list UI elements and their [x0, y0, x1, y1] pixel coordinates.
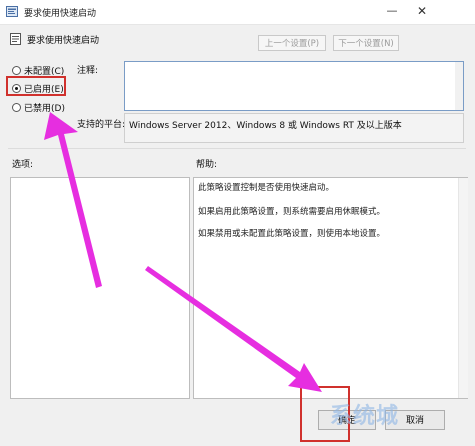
radio-label: 已禁用(D) [24, 103, 65, 114]
help-paragraph: 此策略设置控制是否使用快速启动。 [198, 183, 335, 193]
help-scrollbar[interactable] [458, 178, 468, 398]
policy-window-icon [6, 6, 18, 17]
previous-setting-button[interactable]: 上一个设置(P) [258, 35, 326, 51]
section-divider [8, 148, 466, 149]
radio-disabled[interactable]: 已禁用(D) [12, 100, 65, 114]
policy-name: 要求使用快速启动 [27, 36, 100, 46]
radio-label: 未配置(C) [24, 66, 65, 77]
help-paragraph: 如果禁用或未配置此策略设置，则使用本地设置。 [198, 229, 386, 239]
radio-not-configured[interactable]: 未配置(C) [12, 63, 64, 77]
comment-scrollbar[interactable] [455, 62, 463, 110]
radio-circle[interactable] [12, 102, 21, 112]
policy-setting-icon [10, 33, 21, 45]
supported-platform-value: Windows Server 2012、Windows 8 或 Windows … [129, 121, 402, 131]
options-panel [10, 177, 190, 399]
help-label: 帮助: [196, 160, 218, 170]
minimize-button[interactable]: — [385, 4, 399, 18]
window-title: 要求使用快速启动 [24, 9, 97, 19]
supported-platform-label: 支持的平台: [77, 120, 126, 130]
close-button[interactable]: ✕ [414, 4, 430, 18]
options-label: 选项: [12, 160, 34, 170]
comment-label: 注释: [77, 66, 99, 76]
next-setting-button[interactable]: 下一个设置(N) [333, 35, 399, 51]
enabled-highlight-box [6, 76, 66, 96]
watermark-logo: 系统城 [330, 404, 400, 429]
comment-textarea[interactable] [124, 61, 464, 111]
help-paragraph: 如果启用此策略设置，则系统需要启用休眠模式。 [198, 207, 386, 217]
radio-circle[interactable] [12, 65, 21, 75]
